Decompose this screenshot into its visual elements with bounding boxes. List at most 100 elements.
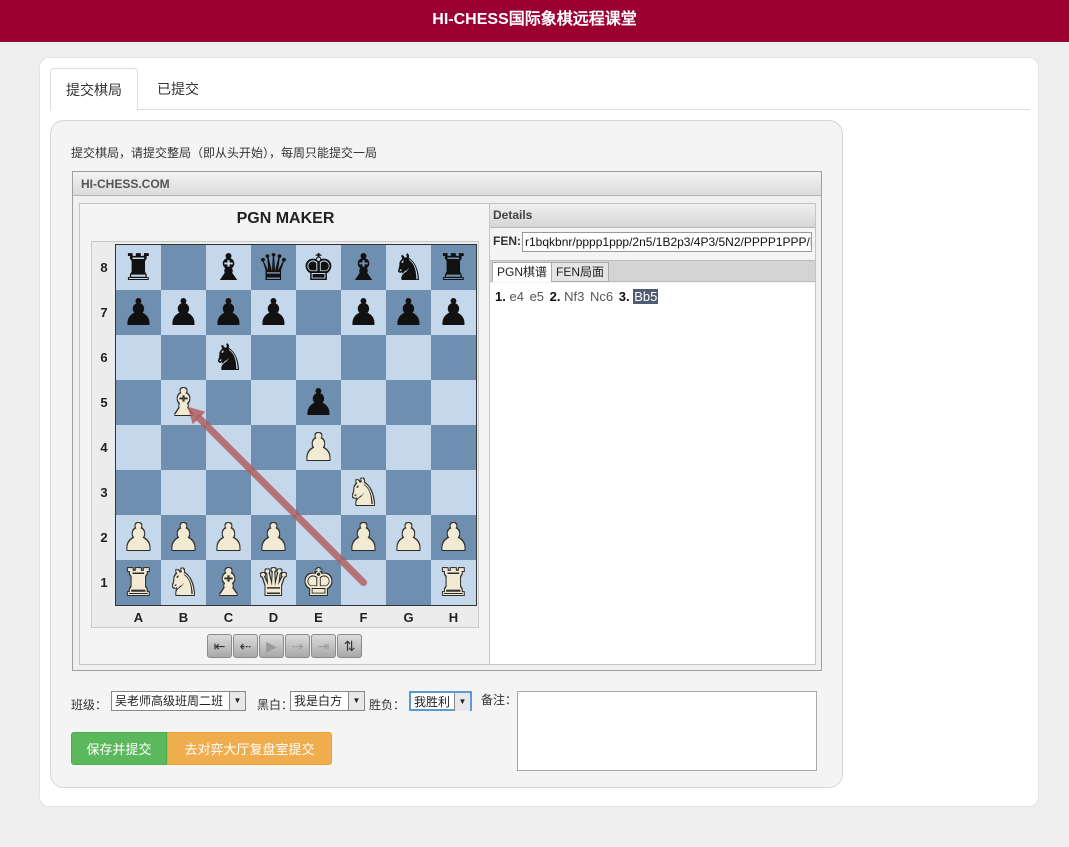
square-a6[interactable] — [116, 335, 161, 380]
square-h8[interactable]: ♜ — [431, 245, 476, 290]
move-item[interactable]: e4 — [509, 289, 523, 304]
square-g2[interactable]: ♟ — [386, 515, 431, 560]
square-d6[interactable] — [251, 335, 296, 380]
square-a1[interactable]: ♜ — [116, 560, 161, 605]
first-move-button[interactable]: ⇤ — [207, 634, 232, 658]
square-d4[interactable] — [251, 425, 296, 470]
fen-input[interactable]: r1bqkbnr/pppp1ppp/2n5/1B2p3/4P3/5N2/PPPP… — [522, 232, 812, 252]
square-g8[interactable]: ♞ — [386, 245, 431, 290]
square-d2[interactable]: ♟ — [251, 515, 296, 560]
square-a3[interactable] — [116, 470, 161, 515]
square-h7[interactable]: ♟ — [431, 290, 476, 335]
white-queen-icon[interactable]: ♛ — [251, 560, 296, 605]
white-pawn-icon[interactable]: ♟ — [206, 515, 251, 560]
square-c6[interactable]: ♞ — [206, 335, 251, 380]
square-a7[interactable]: ♟ — [116, 290, 161, 335]
square-b2[interactable]: ♟ — [161, 515, 206, 560]
square-c3[interactable] — [206, 470, 251, 515]
white-rook-icon[interactable]: ♜ — [116, 560, 161, 605]
class-select[interactable]: 吴老师高级班周二班 ▼ — [111, 691, 246, 711]
square-c1[interactable]: ♝ — [206, 560, 251, 605]
black-pawn-icon[interactable]: ♟ — [296, 380, 341, 425]
square-g3[interactable] — [386, 470, 431, 515]
black-pawn-icon[interactable]: ♟ — [431, 290, 476, 335]
square-c5[interactable] — [206, 380, 251, 425]
next-move-button[interactable]: ⇢ — [285, 634, 310, 658]
black-pawn-icon[interactable]: ♟ — [206, 290, 251, 335]
white-pawn-icon[interactable]: ♟ — [251, 515, 296, 560]
square-d5[interactable] — [251, 380, 296, 425]
black-knight-icon[interactable]: ♞ — [386, 245, 431, 290]
square-d1[interactable]: ♛ — [251, 560, 296, 605]
white-pawn-icon[interactable]: ♟ — [431, 515, 476, 560]
white-pawn-icon[interactable]: ♟ — [341, 515, 386, 560]
square-a2[interactable]: ♟ — [116, 515, 161, 560]
square-e5[interactable]: ♟ — [296, 380, 341, 425]
square-g5[interactable] — [386, 380, 431, 425]
square-d8[interactable]: ♛ — [251, 245, 296, 290]
square-c7[interactable]: ♟ — [206, 290, 251, 335]
square-b3[interactable] — [161, 470, 206, 515]
tab-fen[interactable]: FEN局面 — [551, 262, 610, 282]
save-submit-button[interactable]: 保存并提交 — [71, 732, 167, 765]
chess-board[interactable]: ♜ ♝ ♛ ♚ ♝ ♞ ♜ ♟ ♟ ♟ ♟ ♟ ♟ ♟ ♞ ♝ ♟ ♟ ♞ ♟ ♟ ♟ ♟ ♟ ♟ ♟ ♜ ♞ ♝ ♛ ♚ ♜ — [115, 244, 477, 606]
black-pawn-icon[interactable]: ♟ — [161, 290, 206, 335]
square-f4[interactable] — [341, 425, 386, 470]
square-f7[interactable]: ♟ — [341, 290, 386, 335]
square-e6[interactable] — [296, 335, 341, 380]
square-e8[interactable]: ♚ — [296, 245, 341, 290]
square-b1[interactable]: ♞ — [161, 560, 206, 605]
white-pawn-icon[interactable]: ♟ — [161, 515, 206, 560]
square-b5[interactable]: ♝ — [161, 380, 206, 425]
move-item[interactable]: Nf3 — [564, 289, 584, 304]
square-h6[interactable] — [431, 335, 476, 380]
tab-pgn[interactable]: PGN棋谱 — [492, 262, 553, 282]
black-pawn-icon[interactable]: ♟ — [386, 290, 431, 335]
square-f6[interactable] — [341, 335, 386, 380]
tab-submit-game[interactable]: 提交棋局 — [50, 68, 138, 111]
square-g7[interactable]: ♟ — [386, 290, 431, 335]
white-bishop-icon[interactable]: ♝ — [206, 560, 251, 605]
square-h5[interactable] — [431, 380, 476, 425]
black-pawn-icon[interactable]: ♟ — [341, 290, 386, 335]
square-b4[interactable] — [161, 425, 206, 470]
square-h4[interactable] — [431, 425, 476, 470]
white-knight-icon[interactable]: ♞ — [161, 560, 206, 605]
white-knight-icon[interactable]: ♞ — [341, 470, 386, 515]
square-e3[interactable] — [296, 470, 341, 515]
square-c4[interactable] — [206, 425, 251, 470]
square-g1[interactable] — [386, 560, 431, 605]
play-button[interactable]: ▶ — [259, 634, 284, 658]
square-a5[interactable] — [116, 380, 161, 425]
square-f2[interactable]: ♟ — [341, 515, 386, 560]
black-rook-icon[interactable]: ♜ — [116, 245, 161, 290]
square-b8[interactable] — [161, 245, 206, 290]
square-c2[interactable]: ♟ — [206, 515, 251, 560]
tab-submitted[interactable]: 已提交 — [142, 68, 214, 110]
black-knight-icon[interactable]: ♞ — [206, 335, 251, 380]
square-h3[interactable] — [431, 470, 476, 515]
white-pawn-icon[interactable]: ♟ — [386, 515, 431, 560]
square-c8[interactable]: ♝ — [206, 245, 251, 290]
hall-submit-button[interactable]: 去对弈大厅复盘室提交 — [167, 732, 332, 765]
white-rook-icon[interactable]: ♜ — [431, 560, 476, 605]
black-pawn-icon[interactable]: ♟ — [116, 290, 161, 335]
square-b7[interactable]: ♟ — [161, 290, 206, 335]
square-a8[interactable]: ♜ — [116, 245, 161, 290]
black-queen-icon[interactable]: ♛ — [251, 245, 296, 290]
square-h1[interactable]: ♜ — [431, 560, 476, 605]
square-f5[interactable] — [341, 380, 386, 425]
white-pawn-icon[interactable]: ♟ — [296, 425, 341, 470]
move-item[interactable]: Nc6 — [590, 289, 613, 304]
square-e1[interactable]: ♚ — [296, 560, 341, 605]
square-a4[interactable] — [116, 425, 161, 470]
black-bishop-icon[interactable]: ♝ — [341, 245, 386, 290]
square-g6[interactable] — [386, 335, 431, 380]
black-pawn-icon[interactable]: ♟ — [251, 290, 296, 335]
color-select[interactable]: 我是白方 ▼ — [290, 691, 365, 711]
black-bishop-icon[interactable]: ♝ — [206, 245, 251, 290]
square-h2[interactable]: ♟ — [431, 515, 476, 560]
square-g4[interactable] — [386, 425, 431, 470]
move-item[interactable]: Bb5 — [633, 289, 659, 304]
white-bishop-icon[interactable]: ♝ — [161, 380, 206, 425]
